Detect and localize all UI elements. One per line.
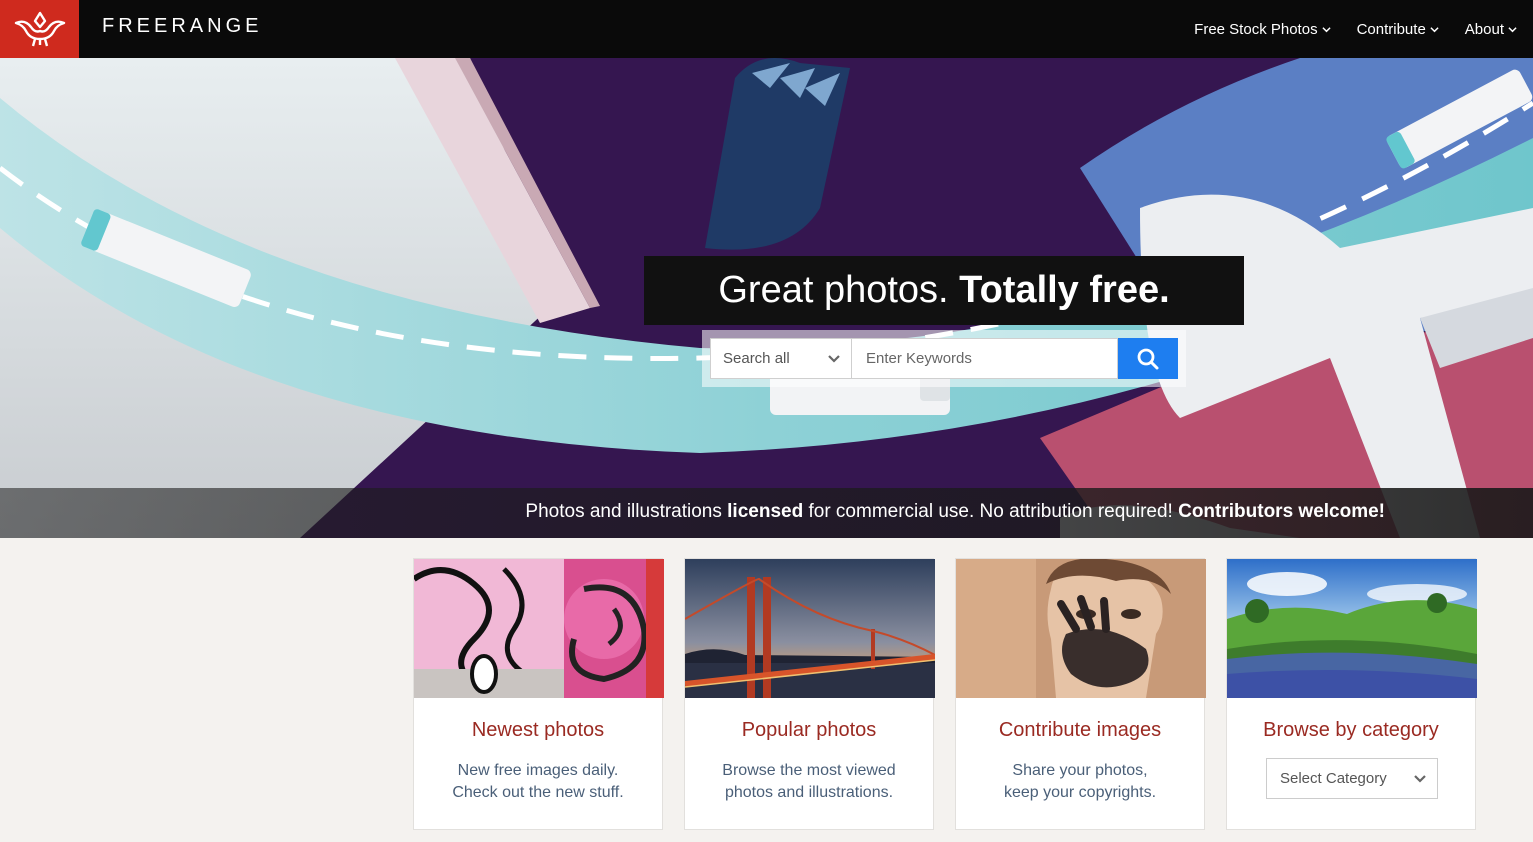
- golden-gate-bridge-image[interactable]: [685, 559, 935, 698]
- nav-label: Free Stock Photos: [1194, 20, 1318, 38]
- card-description: Share your photos, keep your copyrights.: [956, 760, 1204, 804]
- hero-banner: Great photos. Totally free. Search all P…: [0, 58, 1533, 538]
- card-contribute-images[interactable]: Contribute images Share your photos, kee…: [955, 558, 1206, 830]
- card-description-line: New free images daily.: [457, 762, 619, 779]
- chevron-down-icon: [1430, 26, 1439, 32]
- tagline-part1: Photos and illustrations: [525, 501, 728, 522]
- card-title[interactable]: Popular photos: [685, 719, 933, 742]
- card-title[interactable]: Browse by category: [1227, 719, 1475, 742]
- nav-free-stock-photos[interactable]: Free Stock Photos: [1194, 20, 1331, 38]
- search-icon: [1137, 348, 1159, 369]
- headline-bold: Totally free.: [959, 269, 1170, 311]
- chevron-down-icon: [1414, 775, 1426, 783]
- brand-name[interactable]: FREERANGE: [102, 15, 262, 38]
- card-description: New free images daily. Check out the new…: [414, 760, 662, 804]
- tagline-bold-contributors[interactable]: Contributors welcome!: [1178, 501, 1385, 522]
- chevron-down-icon: [1508, 26, 1517, 32]
- painted-face-portrait-image[interactable]: [956, 559, 1206, 698]
- nav-about[interactable]: About: [1465, 21, 1517, 38]
- card-title[interactable]: Newest photos: [414, 719, 662, 742]
- card-description-line: photos and illustrations.: [724, 784, 894, 801]
- top-navbar: FREERANGE Free Stock Photos Contribute A…: [0, 0, 1533, 58]
- nav-contribute[interactable]: Contribute: [1357, 21, 1439, 38]
- search-scope-select[interactable]: Search all: [710, 338, 852, 379]
- bird-logo-icon: [14, 11, 65, 47]
- logo[interactable]: [0, 0, 79, 58]
- hero-headline: Great photos. Totally free.: [644, 256, 1244, 325]
- search-input[interactable]: [852, 338, 1118, 379]
- card-newest-photos[interactable]: Newest photos New free images daily. Che…: [413, 558, 664, 830]
- headline-light: Great photos.: [718, 269, 949, 311]
- card-popular-photos[interactable]: Popular photos Browse the most viewed ph…: [684, 558, 935, 830]
- card-description-line: Browse the most viewed: [722, 762, 896, 779]
- tagline: Photos and illustrations licensed for co…: [525, 501, 1385, 523]
- card-description-line: keep your copyrights.: [1003, 784, 1157, 801]
- card-description-line: Check out the new stuff.: [452, 784, 624, 801]
- tagline-bar: Photos and illustrations licensed for co…: [0, 488, 1533, 538]
- card-title[interactable]: Contribute images: [956, 719, 1204, 742]
- search-button[interactable]: [1118, 338, 1178, 379]
- search-bar: Search all: [702, 330, 1186, 387]
- category-select-value: Select Category: [1280, 770, 1387, 787]
- chevron-down-icon: [828, 355, 840, 363]
- tagline-bold-licensed[interactable]: licensed: [727, 501, 803, 522]
- search-scope-value: Search all: [723, 350, 790, 367]
- main-nav: Free Stock Photos Contribute About: [1194, 0, 1517, 58]
- bluebonnet-field-image[interactable]: [1227, 559, 1477, 698]
- card-description-line: Share your photos,: [1012, 762, 1148, 779]
- card-browse-by-category: Browse by category Select Category: [1226, 558, 1477, 830]
- nav-label: Contribute: [1356, 20, 1426, 38]
- tagline-part2: for commercial use. No attribution requi…: [803, 501, 1179, 522]
- card-description: Browse the most viewed photos and illust…: [685, 760, 933, 804]
- chevron-down-icon: [1321, 26, 1331, 32]
- nav-label: About: [1464, 20, 1504, 38]
- category-select[interactable]: Select Category: [1266, 758, 1438, 799]
- graffiti-image[interactable]: [414, 559, 664, 698]
